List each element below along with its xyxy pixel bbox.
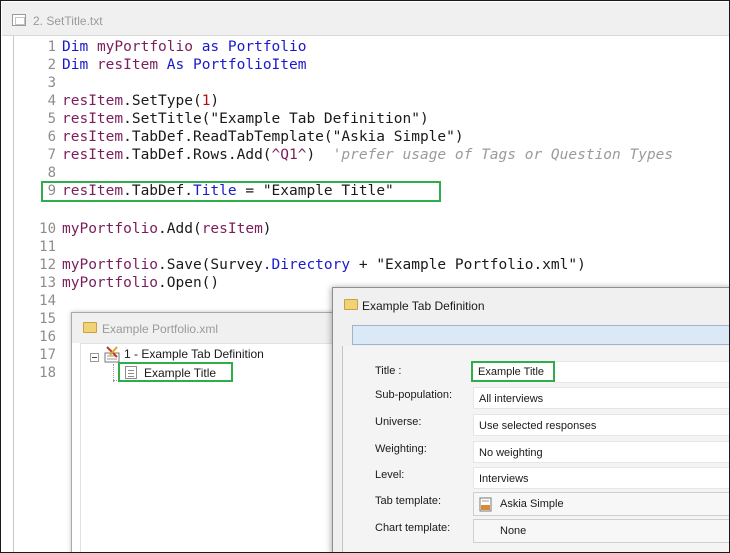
code-line-1: Dim myPortfolio as Portfolio — [62, 39, 307, 55]
tab-strip[interactable] — [352, 325, 729, 345]
code-line-13: myPortfolio.Save(Survey.Directory + "Exa… — [62, 257, 586, 273]
line-number: 12 — [39, 257, 56, 273]
line-number: 4 — [47, 93, 56, 109]
code-line-4: resItem.SetType(1) — [62, 93, 220, 109]
level-field[interactable]: Interviews — [473, 467, 729, 489]
tree-item-title-label: Example Title — [144, 366, 217, 380]
tab-definition-icon — [104, 346, 120, 363]
template-icon — [479, 497, 492, 512]
tree-item-tab-definition[interactable]: 1 - Example Tab Definition — [124, 347, 264, 361]
window-icon — [12, 14, 26, 26]
level-label: Level: — [375, 469, 405, 481]
line-number-gutter: 1 2 3 4 5 6 7 8 9 10 11 12 13 14 15 16 1… — [14, 36, 58, 552]
title-field-rest[interactable] — [555, 361, 729, 383]
portfolio-window[interactable]: Example Portfolio.xml 1 - Example Tab De… — [71, 312, 361, 552]
tab-template-label: Tab template: — [375, 495, 442, 507]
line-number: 8 — [47, 165, 56, 181]
chart-template-label: Chart template: — [375, 522, 451, 534]
line-number: 5 — [47, 111, 56, 127]
screenshot-frame: 2. SetTitle.txt 1 2 3 4 5 6 7 8 9 10 11 … — [0, 0, 730, 553]
tab-definition-title: Example Tab Definition — [362, 299, 485, 313]
code-line-2: Dim resItem As PortfolioItem — [62, 57, 307, 73]
tab-definition-titlebar: Example Tab Definition — [333, 288, 729, 322]
editor-title: 2. SetTitle.txt — [33, 14, 103, 28]
code-line-5: resItem.SetTitle("Example Tab Definition… — [62, 111, 429, 127]
tree-item-title[interactable]: Example Title — [118, 362, 233, 382]
chart-template-field[interactable]: None — [473, 519, 729, 543]
folder-icon — [344, 299, 358, 310]
line-number: 3 — [47, 75, 56, 91]
weighting-field[interactable]: No weighting — [473, 441, 729, 463]
line-number: 10 — [39, 221, 56, 237]
line-number: 16 — [39, 329, 56, 345]
line-number: 13 — [39, 275, 56, 291]
line-number: 14 — [39, 293, 56, 309]
code-line-11: myPortfolio.Add(resItem) — [62, 221, 272, 237]
subpopulation-field[interactable]: All interviews — [473, 387, 729, 409]
highlight-title-line — [41, 181, 441, 202]
line-number: 15 — [39, 311, 56, 327]
portfolio-titlebar: Example Portfolio.xml — [72, 313, 360, 343]
title-label: Title : — [375, 365, 402, 377]
title-field[interactable]: Example Title — [471, 361, 555, 382]
weighting-label: Weighting: — [375, 443, 427, 455]
line-number: 6 — [47, 129, 56, 145]
tab-template-field[interactable]: Askia Simple — [473, 492, 729, 516]
portfolio-title: Example Portfolio.xml — [102, 322, 219, 336]
portfolio-tree[interactable]: 1 - Example Tab Definition Example Title — [80, 343, 356, 552]
line-number: 7 — [47, 147, 56, 163]
tab-definition-window[interactable]: Example Tab Definition Title : Example T… — [332, 287, 729, 552]
editor-titlebar: 2. SetTitle.txt — [2, 2, 729, 36]
code-comment: 'prefer usage of Tags or Question Types — [332, 147, 674, 163]
tab-definition-form: Title : Example Title Sub-population: Al… — [342, 346, 729, 552]
document-icon — [125, 366, 137, 379]
line-number: 11 — [39, 239, 56, 255]
line-number: 2 — [47, 57, 56, 73]
code-line-7: resItem.TabDef.Rows.Add(^Q1^) 'prefer us… — [62, 147, 674, 163]
code-line-14: myPortfolio.Open() — [62, 275, 220, 291]
line-number: 1 — [47, 39, 56, 55]
folder-icon — [83, 322, 97, 333]
universe-field[interactable]: Use selected responses — [473, 414, 729, 436]
universe-label: Universe: — [375, 416, 422, 428]
collapse-icon[interactable] — [90, 353, 99, 362]
line-number: 18 — [39, 365, 56, 381]
line-number: 17 — [39, 347, 56, 363]
subpopulation-label: Sub-population: — [375, 389, 453, 401]
code-line-6: resItem.TabDef.ReadTabTemplate("Askia Si… — [62, 129, 464, 145]
